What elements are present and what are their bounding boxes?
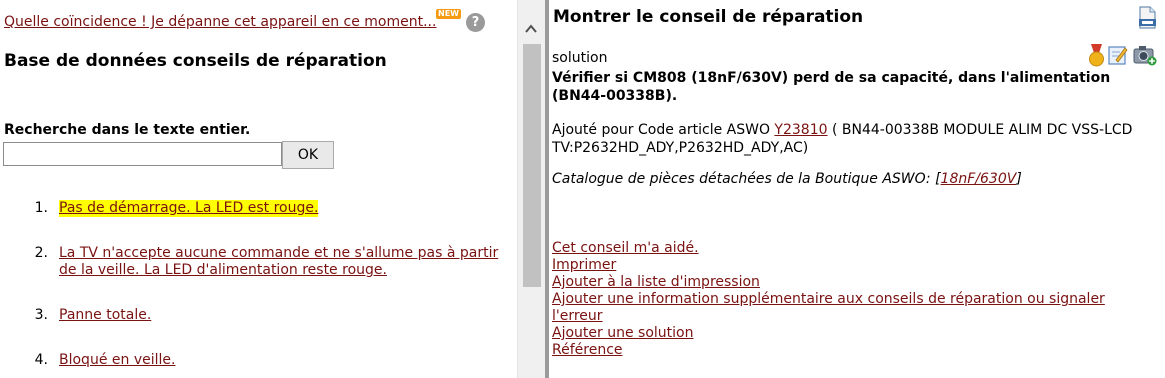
- solution-text: Vérifier si CM808 (18nF/630V) perd de sa…: [552, 70, 1111, 104]
- result-link[interactable]: La TV n'accepte aucune commande et ne s'…: [59, 245, 504, 279]
- scroll-up-arrow-icon[interactable]: [524, 22, 538, 36]
- reference-link[interactable]: Référence: [552, 342, 1142, 359]
- help-icon[interactable]: ?: [466, 13, 485, 32]
- add-photo-icon[interactable]: [1133, 44, 1157, 66]
- search-label: Recherche dans le texte entier.: [4, 122, 251, 138]
- added-prefix: Ajouté pour Code article ASWO: [552, 122, 775, 138]
- solution-toolbar: [1088, 44, 1164, 68]
- added-info: Ajouté pour Code article ASWO Y23810 ( B…: [552, 121, 1142, 157]
- add-info-or-report-error-link[interactable]: Ajouter une information supplémentaire a…: [552, 291, 1142, 325]
- list-item-number: 4.: [34, 352, 48, 368]
- catalog-info: Catalogue de pièces détachées de la Bout…: [552, 171, 1022, 187]
- new-badge: NEW: [436, 9, 461, 19]
- search-ok-button[interactable]: OK: [282, 141, 334, 169]
- catalog-part-link[interactable]: 18nF/630V: [941, 171, 1017, 187]
- right-frame: Montrer le conseil de réparation solutio…: [549, 0, 1165, 378]
- action-links: Cet conseil m'a aidé. Imprimer Ajouter à…: [552, 240, 1142, 359]
- add-solution-link[interactable]: Ajouter une solution: [552, 325, 1142, 342]
- result-link[interactable]: Pas de démarrage. La LED est rouge.: [59, 200, 319, 217]
- result-link[interactable]: Panne totale.: [59, 307, 504, 324]
- list-item-number: 3.: [34, 307, 48, 323]
- article-link[interactable]: Y23810: [774, 122, 827, 138]
- list-item-number: 1.: [34, 200, 48, 216]
- left-frame: Quelle coïncidence ! Je dépanne cet appa…: [0, 0, 517, 378]
- catalog-bracket-close: ]: [1016, 171, 1022, 187]
- tip-title: Montrer le conseil de réparation: [553, 7, 864, 27]
- vertical-scrollbar[interactable]: [517, 0, 545, 378]
- add-to-print-list-link[interactable]: Ajouter à la liste d'impression: [552, 274, 1142, 291]
- medal-icon[interactable]: [1088, 44, 1105, 68]
- pdf-icon[interactable]: [1137, 6, 1157, 30]
- page-title: Base de données conseils de réparation: [4, 51, 387, 71]
- solution-label: solution: [552, 50, 608, 66]
- edit-icon[interactable]: [1108, 44, 1128, 66]
- helpful-link[interactable]: Cet conseil m'a aidé.: [552, 240, 1142, 257]
- catalog-prefix: Catalogue de pièces détachées de la Bout…: [552, 171, 936, 187]
- search-input[interactable]: [3, 142, 282, 166]
- news-link[interactable]: Quelle coïncidence ! Je dépanne cet appa…: [4, 14, 436, 30]
- scrollbar-thumb[interactable]: [523, 44, 541, 287]
- print-link[interactable]: Imprimer: [552, 257, 1142, 274]
- list-item-number: 2.: [34, 245, 48, 261]
- result-link[interactable]: Bloqué en veille.: [59, 352, 504, 369]
